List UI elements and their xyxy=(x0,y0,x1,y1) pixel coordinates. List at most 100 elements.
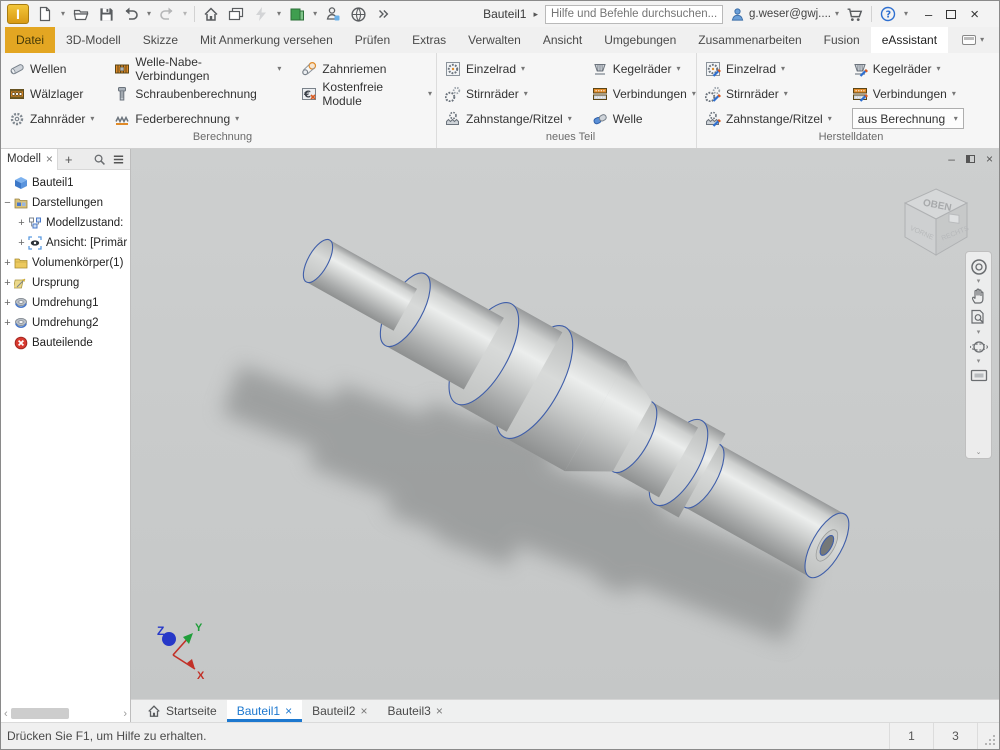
browser-tab-modell[interactable]: Modell× xyxy=(1,149,58,170)
tree-item-umdrehung1[interactable]: +Umdrehung1 xyxy=(1,293,130,313)
tree-item-modellzustand[interactable]: +Modellzustand: xyxy=(1,213,130,233)
web-sphere-icon[interactable] xyxy=(349,5,367,23)
button-wellen[interactable]: Wellen xyxy=(9,56,98,81)
expand-expander[interactable]: + xyxy=(15,237,28,249)
button-zahnraeder[interactable]: Zahnräder▾ xyxy=(9,106,98,131)
tab-skizze[interactable]: Skizze xyxy=(132,27,189,53)
inventor-logo-icon[interactable]: I xyxy=(7,4,29,24)
app-store-cart-icon[interactable] xyxy=(846,5,864,23)
tab-extras[interactable]: Extras xyxy=(401,27,457,53)
tab-bauteil3[interactable]: Bauteil3× xyxy=(377,700,452,722)
tree-item-umdrehung2[interactable]: +Umdrehung2 xyxy=(1,313,130,333)
scroll-left-icon[interactable]: ‹ xyxy=(4,708,8,720)
more-commands-icon[interactable] xyxy=(374,5,392,23)
close-icon[interactable]: × xyxy=(436,704,443,718)
scrollbar-thumb[interactable] xyxy=(11,708,69,719)
tree-item-darstellungen[interactable]: −Darstellungen xyxy=(1,193,130,213)
close-icon[interactable]: × xyxy=(360,704,367,718)
undo-icon[interactable] xyxy=(122,5,140,23)
button-zahnstange-ritzel-herstell[interactable]: Zahnstange/Ritzel▾ xyxy=(705,106,836,131)
minimize-button[interactable]: – xyxy=(925,8,932,21)
scroll-right-icon[interactable]: › xyxy=(123,708,127,720)
shaft-part-model[interactable]: X Y Z xyxy=(131,149,999,699)
quick-launch-dropdown-icon[interactable]: ▾ xyxy=(277,10,281,18)
tab-startseite[interactable]: Startseite xyxy=(137,700,227,722)
button-stirnraeder-neu[interactable]: Stirnräder▾ xyxy=(445,81,576,106)
orbit-icon[interactable] xyxy=(969,337,989,357)
button-welle-neu[interactable]: Welle xyxy=(592,106,700,131)
browser-horizontal-scrollbar[interactable]: ‹ › xyxy=(1,705,130,722)
save-icon[interactable] xyxy=(97,5,115,23)
add-browser-tab-button[interactable]: + xyxy=(58,152,80,167)
material-dropdown-icon[interactable]: ▾ xyxy=(313,10,317,18)
redo-icon[interactable] xyxy=(158,5,176,23)
doc-minimize-icon[interactable]: – xyxy=(948,152,955,166)
button-zahnstange-ritzel-neu[interactable]: Zahnstange/Ritzel▾ xyxy=(445,106,576,131)
tree-item-bauteil1[interactable]: Bauteil1 xyxy=(1,173,130,193)
expand-expander[interactable]: + xyxy=(1,317,14,329)
tab-umgebungen[interactable]: Umgebungen xyxy=(593,27,687,53)
navbar-customize-icon[interactable]: ⌄ xyxy=(976,450,982,455)
expand-expander[interactable]: + xyxy=(1,257,14,269)
expand-expander[interactable]: + xyxy=(15,217,28,229)
tree-item-ursprung[interactable]: +Ursprung xyxy=(1,273,130,293)
resize-grip[interactable] xyxy=(977,723,999,749)
doc-close-icon[interactable]: × xyxy=(986,152,993,166)
help-icon[interactable] xyxy=(879,5,897,23)
tab-eassistant[interactable]: eAssistant xyxy=(871,27,948,53)
button-verbindungen-herstell[interactable]: Verbindungen▾ xyxy=(852,81,968,106)
close-icon[interactable]: × xyxy=(285,704,292,718)
zoom-dropdown-icon[interactable]: ▾ xyxy=(977,330,981,335)
button-welle-nabe-verbindungen[interactable]: Welle-Nabe-Verbindungen▾ xyxy=(114,56,285,81)
new-file-icon[interactable] xyxy=(36,5,54,23)
maximize-button[interactable] xyxy=(946,10,956,19)
tab-verwalten[interactable]: Verwalten xyxy=(457,27,532,53)
user-session-icon[interactable] xyxy=(324,5,342,23)
tab-3d-modell[interactable]: 3D-Modell xyxy=(55,27,132,53)
button-schraubenberechnung[interactable]: Schraubenberechnung xyxy=(114,81,285,106)
help-search-input[interactable] xyxy=(545,5,723,24)
undo-dropdown-icon[interactable]: ▾ xyxy=(147,10,151,18)
button-waelzlager[interactable]: Wälzlager xyxy=(9,81,98,106)
tab-datei[interactable]: Datei xyxy=(5,27,55,53)
doc-tile-icon[interactable] xyxy=(966,155,975,163)
collapse-expander[interactable]: − xyxy=(1,197,14,209)
zoom-icon[interactable] xyxy=(969,308,989,328)
tree-item-volumenkoerper[interactable]: +Volumenkörper(1) xyxy=(1,253,130,273)
orbit-dropdown-icon[interactable]: ▾ xyxy=(977,359,981,364)
tab-ansicht[interactable]: Ansicht xyxy=(532,27,593,53)
button-zahnriemen[interactable]: Zahnriemen xyxy=(301,56,436,81)
close-button[interactable]: × xyxy=(970,7,979,22)
navigation-wheel-icon[interactable] xyxy=(969,257,989,277)
expand-expander[interactable]: + xyxy=(1,297,14,309)
tree-item-bauteilende[interactable]: Bauteilende xyxy=(1,333,130,353)
look-at-icon[interactable] xyxy=(969,366,989,386)
button-stirnraeder-herstell[interactable]: Stirnräder▾ xyxy=(705,81,836,106)
3d-viewport[interactable]: X Y Z – × xyxy=(131,149,999,699)
pan-hand-icon[interactable] xyxy=(969,286,989,306)
button-einzelrad-neu[interactable]: Einzelrad▾ xyxy=(445,56,576,81)
button-kegelraeder-neu[interactable]: Kegelräder▾ xyxy=(592,56,700,81)
button-verbindungen-neu[interactable]: Verbindungen▾ xyxy=(592,81,700,106)
new-file-dropdown-icon[interactable]: ▾ xyxy=(61,10,65,18)
material-box-icon[interactable] xyxy=(288,5,306,23)
tab-bauteil1[interactable]: Bauteil1× xyxy=(227,700,302,722)
nav-wheel-dropdown-icon[interactable]: ▾ xyxy=(977,279,981,284)
tab-fusion[interactable]: Fusion xyxy=(813,27,871,53)
tab-mit-anmerkung-versehen[interactable]: Mit Anmerkung versehen xyxy=(189,27,344,53)
help-dropdown-icon[interactable]: ▾ xyxy=(904,10,908,18)
herstelldaten-source-combobox[interactable]: aus Berechnung▾ xyxy=(852,108,964,129)
tree-item-ansicht[interactable]: +Ansicht: [Primär xyxy=(1,233,130,253)
tab-bauteil2[interactable]: Bauteil2× xyxy=(302,700,377,722)
button-kostenfreie-module[interactable]: Kostenfreie Module▾ xyxy=(301,81,436,106)
open-file-icon[interactable] xyxy=(72,5,90,23)
button-kegelraeder-herstell[interactable]: Kegelräder▾ xyxy=(852,56,968,81)
browser-menu-icon[interactable] xyxy=(112,153,125,166)
close-icon[interactable]: × xyxy=(46,152,53,166)
tab-zusammenarbeiten[interactable]: Zusammenarbeiten xyxy=(687,27,812,53)
button-federberechnung[interactable]: Federberechnung▾ xyxy=(114,106,285,131)
redo-dropdown-icon[interactable]: ▾ xyxy=(183,10,187,18)
search-icon[interactable] xyxy=(93,153,106,166)
home-icon[interactable] xyxy=(202,5,220,23)
window-switch-icon[interactable] xyxy=(227,5,245,23)
